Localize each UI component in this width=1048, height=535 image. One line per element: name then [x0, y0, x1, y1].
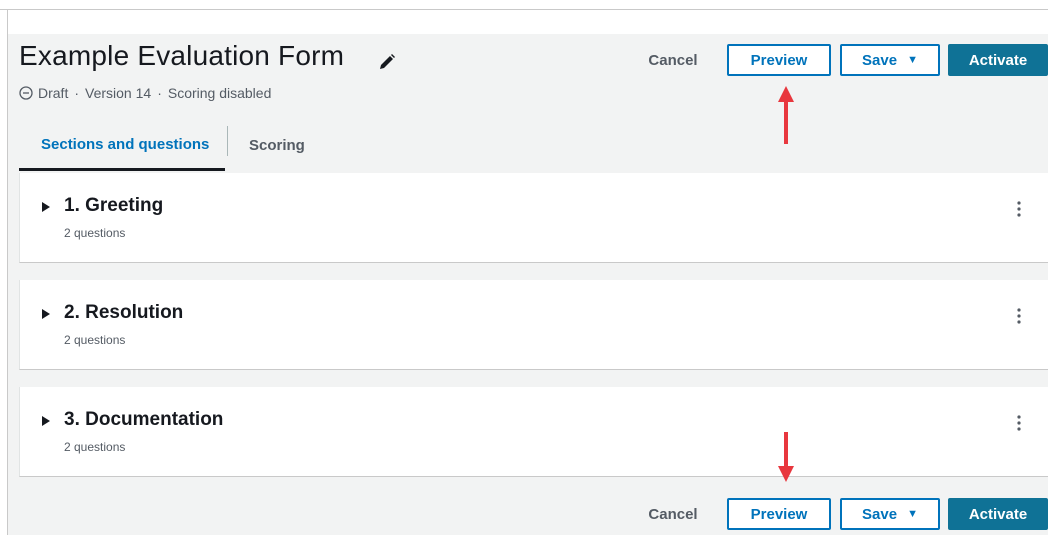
- caret-down-icon: ▼: [907, 508, 918, 520]
- activate-button-label: Activate: [968, 51, 1028, 69]
- section-title[interactable]: 2. Resolution: [64, 302, 183, 324]
- cancel-button[interactable]: Cancel: [640, 498, 706, 530]
- kebab-icon[interactable]: [1010, 199, 1028, 219]
- section-question-count: 2 questions: [64, 226, 126, 240]
- save-button[interactable]: Save ▼: [840, 498, 940, 530]
- section-title[interactable]: 3. Documentation: [64, 409, 223, 431]
- save-button-label: Save: [862, 51, 898, 69]
- activate-button[interactable]: Activate: [948, 498, 1048, 530]
- cancel-button-label: Cancel: [648, 505, 698, 523]
- red-arrow-icon: [778, 86, 794, 144]
- kebab-icon[interactable]: [1010, 306, 1028, 326]
- tab-label: Sections and questions: [41, 135, 210, 153]
- tab-label: Scoring: [249, 136, 305, 154]
- tab-divider: [227, 126, 228, 156]
- screenshot-top-border: [0, 0, 1048, 10]
- section-title[interactable]: 1. Greeting: [64, 195, 163, 217]
- caret-right-icon[interactable]: [42, 416, 50, 426]
- cancel-button-label: Cancel: [648, 51, 698, 69]
- activate-button[interactable]: Activate: [948, 44, 1048, 76]
- section-card: 2. Resolution 2 questions: [19, 280, 1048, 370]
- scoring-label: Scoring disabled: [167, 85, 272, 101]
- pencil-icon[interactable]: [378, 53, 396, 71]
- form-meta: Draft · Version 14 · Scoring disabled: [19, 85, 271, 101]
- page-title: Example Evaluation Form: [19, 40, 345, 71]
- cancel-button[interactable]: Cancel: [640, 44, 706, 76]
- kebab-icon[interactable]: [1010, 413, 1028, 433]
- meta-separator: ·: [74, 85, 80, 101]
- status-label: Draft: [38, 85, 69, 101]
- section-question-count: 2 questions: [64, 440, 126, 454]
- save-button-label: Save: [862, 505, 898, 523]
- section-card: 1. Greeting 2 questions: [19, 173, 1048, 263]
- section-question-count: 2 questions: [64, 333, 126, 347]
- red-arrow-icon: [778, 432, 794, 482]
- preview-button-label: Preview: [750, 51, 808, 69]
- caret-right-icon[interactable]: [42, 202, 50, 212]
- header-strip: [8, 10, 1048, 34]
- section-card: 3. Documentation 2 questions: [19, 387, 1048, 477]
- preview-button[interactable]: Preview: [727, 44, 831, 76]
- meta-separator: ·: [157, 85, 162, 101]
- minus-circle-icon: [19, 86, 33, 100]
- preview-button-label: Preview: [750, 505, 808, 523]
- tab-bar: Sections and questions Scoring: [19, 120, 1048, 171]
- caret-down-icon: ▼: [907, 54, 918, 66]
- preview-button[interactable]: Preview: [727, 498, 831, 530]
- save-button[interactable]: Save ▼: [840, 44, 940, 76]
- tab-sections-and-questions[interactable]: Sections and questions: [19, 120, 225, 171]
- activate-button-label: Activate: [968, 505, 1028, 523]
- version-label: Version 14: [85, 85, 152, 101]
- tab-scoring[interactable]: Scoring: [249, 120, 305, 170]
- caret-right-icon[interactable]: [42, 309, 50, 319]
